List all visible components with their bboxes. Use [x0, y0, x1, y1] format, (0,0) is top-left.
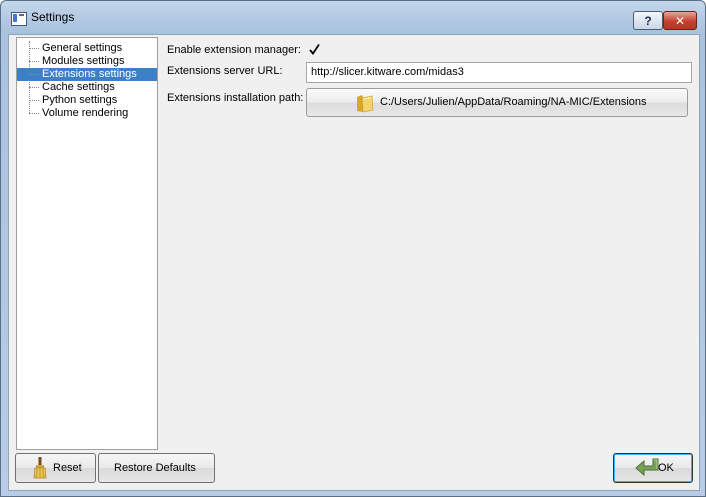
- tree-item-volume-rendering[interactable]: Volume rendering: [17, 107, 157, 120]
- tree-item-label: Extensions settings: [42, 68, 137, 80]
- tree-item-general[interactable]: General settings: [17, 42, 157, 55]
- restore-defaults-label: Restore Defaults: [114, 462, 196, 474]
- tree-item-extensions[interactable]: Extensions settings: [17, 68, 157, 81]
- tree-branch: [29, 48, 39, 49]
- tree-item-modules[interactable]: Modules settings: [17, 55, 157, 68]
- tree-branch: [29, 100, 39, 101]
- tree-item-label: Modules settings: [42, 55, 125, 67]
- tree-branch: [29, 74, 39, 75]
- tree-item-python[interactable]: Python settings: [17, 94, 157, 107]
- server-url-input[interactable]: http://slicer.kitware.com/midas3: [306, 62, 692, 83]
- tree-item-label: Volume rendering: [42, 107, 129, 119]
- window-title: Settings: [31, 10, 75, 24]
- tree-item-label: Cache settings: [42, 81, 115, 93]
- install-path-value: C:/Users/Julien/AppData/Roaming/NA-MIC/E…: [380, 96, 647, 108]
- ok-label: OK: [658, 462, 674, 474]
- close-button[interactable]: ✕: [663, 11, 697, 30]
- tree-item-label: Python settings: [42, 94, 118, 106]
- checkmark-icon: [309, 44, 320, 55]
- server-url-label: Extensions server URL:: [167, 65, 283, 77]
- reset-label: Reset: [53, 462, 82, 474]
- enable-extension-checkbox[interactable]: [308, 43, 321, 56]
- app-window-icon: [11, 12, 27, 26]
- help-button[interactable]: ?: [633, 11, 663, 30]
- install-path-label: Extensions installation path:: [167, 92, 304, 104]
- tree-item-cache[interactable]: Cache settings: [17, 81, 157, 94]
- install-path-button[interactable]: C:/Users/Julien/AppData/Roaming/NA-MIC/E…: [306, 88, 688, 117]
- tree-item-label: General settings: [42, 42, 123, 54]
- settings-tree[interactable]: General settings Modules settings Extens…: [16, 37, 158, 450]
- broom-icon: [33, 457, 47, 479]
- title-bar[interactable]: Settings ? ✕: [1, 1, 705, 35]
- enable-extension-label: Enable extension manager:: [167, 44, 301, 56]
- dialog-body: General settings Modules settings Extens…: [8, 34, 700, 491]
- settings-window: Settings ? ✕ General settings Modules se…: [0, 0, 706, 497]
- folder-icon: [357, 95, 374, 113]
- tree-branch: [29, 113, 39, 114]
- tree-branch: [29, 61, 39, 62]
- reset-button[interactable]: Reset: [15, 453, 96, 483]
- restore-defaults-button[interactable]: Restore Defaults: [98, 453, 215, 483]
- close-icon: ✕: [674, 13, 686, 28]
- ok-button[interactable]: OK: [613, 453, 693, 483]
- tree-branch: [29, 87, 39, 88]
